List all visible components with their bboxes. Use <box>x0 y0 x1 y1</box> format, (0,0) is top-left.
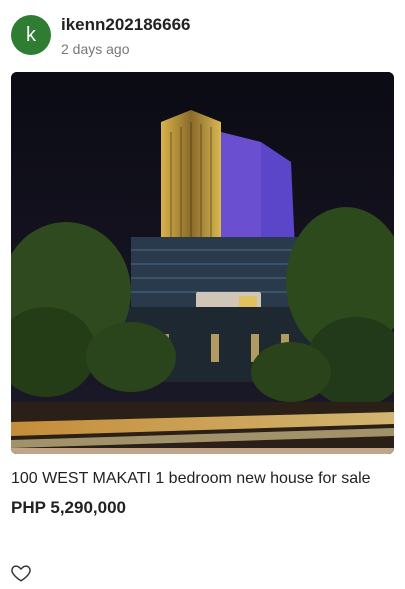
listing-photo[interactable] <box>11 72 394 454</box>
listing-title[interactable]: 100 WEST MAKATI 1 bedroom new house for … <box>11 470 371 488</box>
building-photo-icon <box>11 72 394 454</box>
avatar[interactable]: k <box>11 15 51 55</box>
listing-price: PHP 5,290,000 <box>11 498 126 517</box>
post-header: k ikenn202186666 2 days ago <box>11 15 391 59</box>
post-time: 2 days ago <box>61 41 130 57</box>
like-button[interactable] <box>10 562 32 584</box>
heart-outline-icon[interactable] <box>10 562 32 584</box>
username[interactable]: ikenn202186666 <box>61 15 191 35</box>
